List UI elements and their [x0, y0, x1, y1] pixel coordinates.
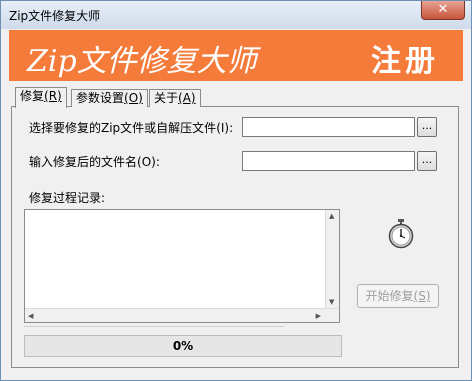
- progress-bar: 0%: [24, 335, 342, 357]
- select-file-label: 选择要修复的Zip文件或自解压文件(I):: [29, 121, 234, 135]
- scroll-right-icon[interactable]: ▶: [316, 312, 321, 320]
- banner-title: Zip文件修复大师: [27, 44, 257, 79]
- log-vertical-scrollbar[interactable]: ▲ ▼: [325, 210, 339, 308]
- title-bar: Zip文件修复大师 ✕: [1, 1, 471, 29]
- tab-repair-hotkey: (R): [44, 89, 62, 103]
- start-repair-button[interactable]: 开始修复(S): [357, 284, 439, 308]
- scroll-left-icon[interactable]: ◀: [28, 312, 33, 320]
- tab-settings-label: 参数设置: [76, 91, 125, 105]
- tab-repair-label: 修复: [20, 89, 45, 103]
- register-link[interactable]: 注册: [371, 36, 439, 80]
- tab-about-hotkey: (A): [178, 91, 196, 105]
- browse-source-button[interactable]: ...: [417, 117, 437, 137]
- log-label: 修复过程记录:: [29, 191, 106, 205]
- log-textarea[interactable]: ▲ ▼ ◀ ▶: [24, 209, 340, 323]
- log-horizontal-scrollbar[interactable]: ◀ ▶: [25, 308, 339, 322]
- close-button[interactable]: ✕: [421, 1, 465, 20]
- scroll-down-icon[interactable]: ▼: [329, 298, 334, 306]
- tab-about[interactable]: 关于(A): [149, 89, 201, 107]
- source-file-input[interactable]: [242, 117, 415, 137]
- scroll-up-icon[interactable]: ▲: [329, 212, 334, 220]
- tab-about-label: 关于: [154, 91, 179, 105]
- app-window: Zip文件修复大师 ✕ Zip文件修复大师 注册 修复(R) 参数设置(O) 关…: [0, 0, 472, 381]
- window-title: Zip文件修复大师: [9, 9, 101, 23]
- close-icon: ✕: [437, 2, 449, 17]
- divider: [24, 326, 284, 327]
- tab-settings-hotkey: (O): [124, 91, 143, 105]
- progress-label: 0%: [172, 339, 194, 353]
- header-banner: Zip文件修复大师 注册: [9, 30, 463, 81]
- tab-settings[interactable]: 参数设置(O): [71, 89, 148, 107]
- stopwatch-icon: [388, 219, 414, 249]
- tab-repair[interactable]: 修复(R): [15, 87, 67, 108]
- output-name-label: 输入修复后的文件名(O):: [29, 155, 160, 169]
- output-file-input[interactable]: [242, 151, 415, 171]
- browse-output-button[interactable]: ...: [417, 151, 437, 171]
